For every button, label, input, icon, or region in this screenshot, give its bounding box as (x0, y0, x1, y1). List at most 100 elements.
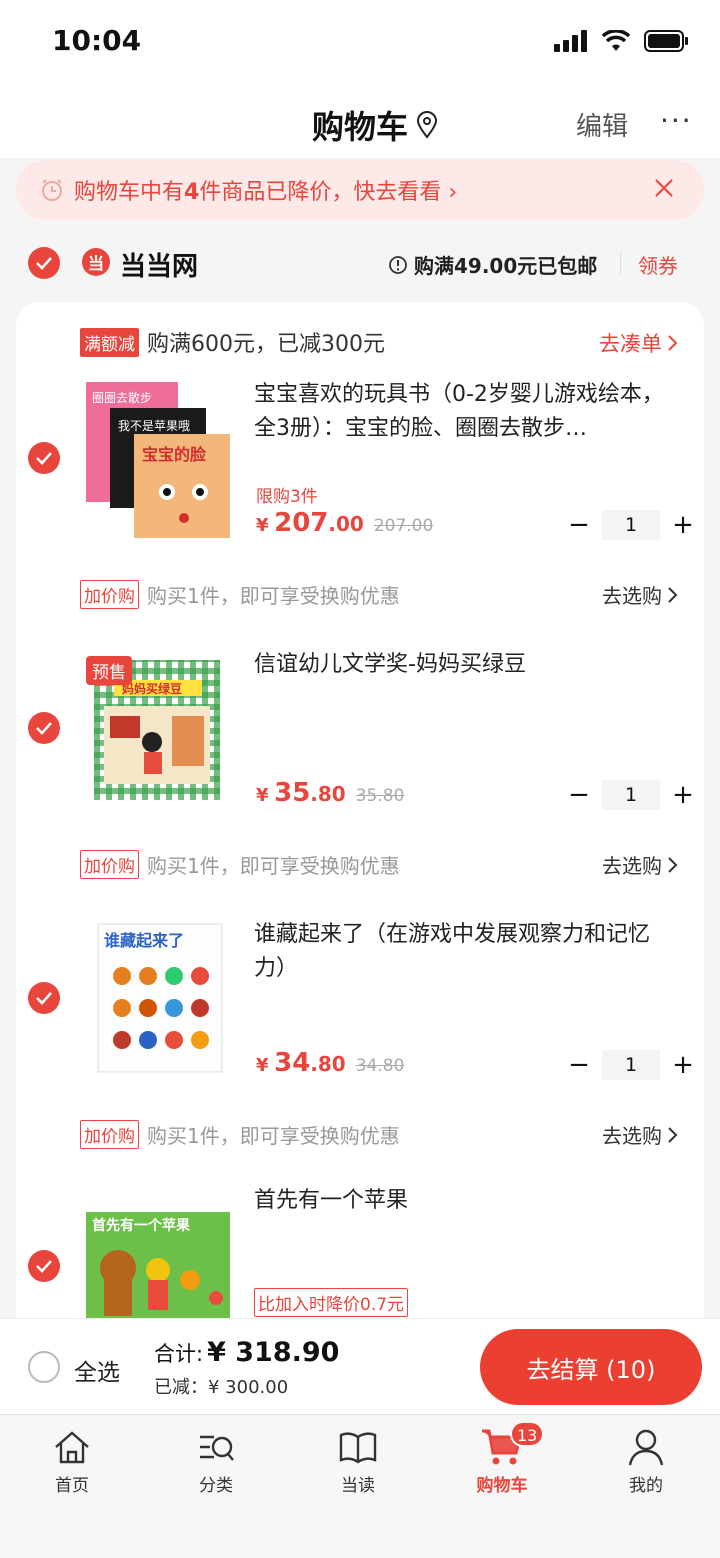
page-title: 购物车 (312, 108, 409, 146)
quantity-stepper: − 1 + (564, 510, 698, 540)
item-select-checkbox[interactable] (28, 982, 60, 1014)
total-value: ¥ 318.90 (207, 1337, 340, 1368)
discount-amount: 已减：¥ 300.00 (154, 1377, 289, 1398)
cart-item: 首先有一个苹果 首先有一个苹果 比加入时降价0.7元 (16, 1184, 704, 1322)
alarm-clock-icon (42, 179, 62, 201)
product-cover[interactable]: 圈圈去散步 我不是苹果哦 宝宝的脸 (82, 380, 232, 540)
tab-category[interactable]: 分类 (166, 1427, 266, 1496)
quantity-value[interactable]: 1 (602, 510, 660, 540)
add-on-purchase: 加价购 购买1件，即可享受换购优惠 (80, 580, 400, 609)
quantity-stepper: − 1 + (564, 1050, 698, 1080)
bottom-tab-bar: 首页 分类 当读 13 购物车 我的 (0, 1414, 720, 1558)
price-integer: 35 (274, 778, 311, 808)
shop-select-checkbox[interactable] (28, 247, 60, 279)
title-wrap[interactable]: 购物车 (312, 102, 438, 148)
price: ¥ 34.80 34.80 (256, 1048, 404, 1078)
increase-button[interactable]: + (668, 780, 698, 810)
decrease-button[interactable]: − (564, 780, 594, 810)
tab-profile[interactable]: 我的 (596, 1427, 696, 1496)
more-button[interactable]: ··· (660, 104, 693, 137)
cover-text: 宝宝的脸 (142, 445, 207, 464)
status-bar: 10:04 (0, 0, 720, 86)
cover-text: 圈圈去散步 (92, 390, 152, 405)
original-price: 34.80 (355, 1056, 405, 1076)
item-select-checkbox[interactable] (28, 1250, 60, 1282)
price-drop-notice[interactable]: 购物车中有4件商品已降价，快去看看 › (16, 160, 704, 220)
shop-name[interactable]: 当当网 (120, 246, 198, 283)
checkout-button[interactable]: 去结算 (10) (480, 1329, 702, 1405)
tab-reading[interactable]: 当读 (308, 1427, 408, 1496)
add-more-link[interactable]: 去凑单 (599, 328, 678, 358)
add-on-text: 购买1件，即可享受换购优惠 (147, 854, 400, 878)
book-cover-image: 谁藏起来了 (97, 923, 223, 1073)
free-shipping-info[interactable]: 购满49.00元已包邮 (388, 250, 597, 279)
home-icon (55, 1431, 89, 1464)
select-all-label[interactable]: 全选 (74, 1353, 120, 1387)
add-on-text: 购买1件，即可享受换购优惠 (147, 584, 400, 608)
cart-item: 谁藏起来了 谁藏起来了（在游戏中发展观察力和记忆力） ¥ 34.80 34.80… (16, 914, 704, 1174)
decrease-button[interactable]: − (564, 1050, 594, 1080)
total-label: 合计: (154, 1342, 204, 1366)
edit-button[interactable]: 编辑 (576, 106, 628, 143)
item-select-checkbox[interactable] (28, 712, 60, 744)
price: ¥ 207.00 207.00 (256, 508, 433, 538)
go-select-link[interactable]: 去选购 (602, 580, 678, 609)
select-all-checkbox[interactable] (28, 1351, 60, 1383)
page-header: 购物车 编辑 ··· (0, 86, 720, 158)
checkout-bar: 全选 合计: ¥ 318.90 已减：¥ 300.00 去结算 (10) (0, 1318, 720, 1414)
chevron-right-icon (668, 335, 678, 351)
chevron-right-icon (668, 856, 678, 873)
tab-label: 购物车 (476, 1476, 528, 1496)
checkmark-icon (36, 1260, 52, 1273)
add-on-tag: 加价购 (80, 580, 139, 609)
tab-cart[interactable]: 13 购物车 (452, 1421, 552, 1496)
add-on-tag: 加价购 (80, 1120, 139, 1149)
go-select-label: 去选购 (602, 1124, 662, 1148)
product-title[interactable]: 首先有一个苹果 (254, 1184, 674, 1218)
price-integer: 207 (274, 508, 329, 538)
notice-count: 4 (184, 180, 200, 205)
checkmark-icon (36, 722, 52, 735)
battery-icon (644, 30, 688, 52)
go-select-link[interactable]: 去选购 (602, 1120, 678, 1149)
purchase-limit: 限购3件 (256, 487, 318, 507)
increase-button[interactable]: + (668, 1050, 698, 1080)
add-more-label: 去凑单 (599, 332, 662, 356)
product-title[interactable]: 信谊幼儿文学奖-妈妈买绿豆 (254, 648, 674, 682)
decrease-button[interactable]: − (564, 510, 594, 540)
close-icon[interactable] (652, 176, 676, 200)
add-on-tag: 加价购 (80, 850, 139, 879)
book-cover-image: 圈圈去散步 我不是苹果哦 宝宝的脸 (86, 382, 230, 538)
currency-symbol: ¥ (256, 515, 269, 536)
book-icon (339, 1432, 377, 1464)
info-icon (389, 255, 407, 274)
increase-button[interactable]: + (668, 510, 698, 540)
go-select-label: 去选购 (602, 854, 662, 878)
notice-text: 购物车中有4件商品已降价，快去看看 › (74, 174, 457, 206)
dangdang-logo: 当 (82, 248, 110, 276)
cart-count-badge: 13 (510, 1421, 545, 1447)
product-title[interactable]: 宝宝喜欢的玩具书（0-2岁婴儿游戏绘本，全3册）：宝宝的脸、圈圈去散步… (254, 378, 674, 446)
go-select-link[interactable]: 去选购 (602, 850, 678, 879)
chevron-right-icon (668, 586, 678, 603)
promo-text: 购满600元，已减300元 (147, 332, 385, 357)
tab-home[interactable]: 首页 (22, 1427, 122, 1496)
cart-item: 圈圈去散步 我不是苹果哦 宝宝的脸 宝宝喜欢的玩具书（0-2岁婴儿游戏绘本，全3… (16, 374, 704, 634)
product-title[interactable]: 谁藏起来了（在游戏中发展观察力和记忆力） (254, 918, 674, 986)
quantity-value[interactable]: 1 (602, 1050, 660, 1080)
checkmark-icon (36, 992, 52, 1005)
promo-line: 满额减 购满600元，已减300元 (80, 326, 385, 358)
product-cover[interactable]: 首先有一个苹果 (82, 1210, 232, 1322)
price: ¥ 35.80 35.80 (256, 778, 404, 808)
quantity-value[interactable]: 1 (602, 780, 660, 810)
price-integer: 34 (274, 1048, 311, 1078)
status-time: 10:04 (52, 24, 142, 57)
cart-card: 满额减 购满600元，已减300元 去凑单 圈圈去散步 我不是苹果哦 宝宝的脸 … (16, 302, 704, 1322)
currency-symbol: ¥ (256, 785, 269, 806)
currency-symbol: ¥ (256, 1055, 269, 1076)
product-cover[interactable]: 谁藏起来了 (82, 922, 232, 1082)
notice-prefix: 购物车中有 (74, 180, 185, 205)
status-icons (554, 30, 690, 52)
item-select-checkbox[interactable] (28, 442, 60, 474)
get-coupon-button[interactable]: 领券 (638, 250, 678, 279)
